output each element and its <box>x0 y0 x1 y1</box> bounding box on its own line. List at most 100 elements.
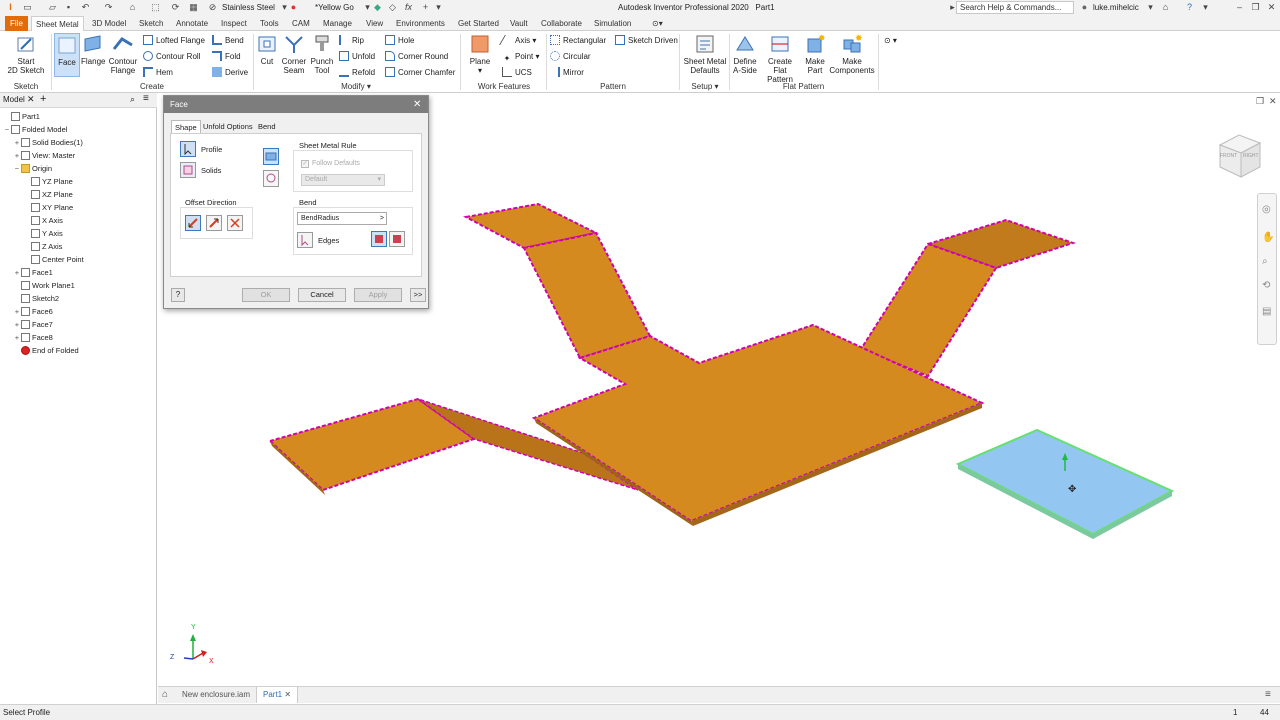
save-icon[interactable]: ▪ <box>63 1 74 13</box>
zoom-icon[interactable]: ⌕ <box>1262 256 1268 267</box>
make-part-button[interactable]: ✸ Make Part <box>803 33 827 77</box>
sketch-driven-pattern-button[interactable]: Sketch Driven <box>615 34 678 47</box>
point-button[interactable]: ✦ Point ▾ <box>502 50 540 63</box>
bend-extent-1-button[interactable] <box>371 231 387 247</box>
mirror-button[interactable]: Mirror <box>550 66 584 79</box>
undo-icon[interactable]: ↶ <box>80 1 91 13</box>
browser-node[interactable]: + Face7 <box>0 318 156 331</box>
axis-button[interactable]: Axis ▾ <box>499 34 536 47</box>
home-icon[interactable]: ⌂ <box>127 1 138 13</box>
browser-node[interactable]: + Solid Bodies(1) <box>0 136 156 149</box>
expand-toggle-icon[interactable]: + <box>13 149 21 162</box>
cart-icon[interactable]: ⌂ <box>1160 1 1171 13</box>
search-icon[interactable]: ⌕ <box>130 94 135 105</box>
home-icon[interactable]: ⌂ <box>162 689 168 700</box>
browser-node[interactable]: + View: Master <box>0 149 156 162</box>
ok-button[interactable]: OK <box>242 288 290 302</box>
expand-toggle-icon[interactable]: − <box>13 162 21 175</box>
clear-override-icon[interactable]: ◇ <box>387 1 398 13</box>
new-icon[interactable]: ▭ <box>22 1 33 13</box>
add-browser-icon[interactable]: + <box>40 93 46 105</box>
browser-node[interactable]: + Face6 <box>0 305 156 318</box>
tab-shape[interactable]: Shape <box>171 120 201 134</box>
chevron-down-icon[interactable]: ▾ <box>1200 1 1211 13</box>
addin-options-icon[interactable]: ⊙ ▾ <box>884 34 897 47</box>
tab-tools[interactable]: Tools <box>256 16 283 31</box>
browser-node[interactable]: End of Folded <box>0 344 156 357</box>
minimize-icon[interactable]: – <box>1234 1 1245 13</box>
close-icon[interactable]: ✕ <box>284 690 291 699</box>
material-combo[interactable]: Stainless Steel <box>222 1 280 14</box>
offset-direction-3-button[interactable] <box>227 215 243 231</box>
offset-direction-2-button[interactable] <box>206 215 222 231</box>
doc-tab-assembly[interactable]: New enclosure.iam <box>176 687 256 703</box>
maximize-view-icon[interactable]: ❐ <box>1256 96 1264 107</box>
expand-toggle-icon[interactable]: − <box>3 123 11 136</box>
expand-toggle-icon[interactable]: + <box>13 318 21 331</box>
measure-icon[interactable]: ▦ <box>188 1 199 13</box>
tab-3d-model[interactable]: 3D Model <box>88 16 130 31</box>
tab-get-started[interactable]: Get Started <box>454 16 503 31</box>
plane-button[interactable]: Plane ▾ <box>465 33 495 77</box>
close-view-icon[interactable]: ✕ <box>1269 96 1277 107</box>
browser-node[interactable]: Work Plane1 <box>0 279 156 292</box>
rectangular-pattern-button[interactable]: Rectangular <box>550 34 606 47</box>
color-override-icon[interactable]: ◆ <box>372 1 383 13</box>
browser-node[interactable]: YZ Plane <box>0 175 156 188</box>
lofted-flange-button[interactable]: Lofted Flange <box>143 34 205 47</box>
tab-unfold-options[interactable]: Unfold Options <box>200 120 256 133</box>
expand-toggle-icon[interactable]: + <box>13 266 21 279</box>
contour-roll-button[interactable]: Contour Roll <box>143 50 200 63</box>
bend-extent-2-button[interactable] <box>389 231 405 247</box>
appearance-combo[interactable]: *Yellow Go <box>315 1 365 14</box>
browser-node[interactable]: Center Point <box>0 253 156 266</box>
tab-cam[interactable]: CAM <box>288 16 314 31</box>
fx-icon[interactable]: fx <box>403 1 414 13</box>
expand-toggle-icon[interactable]: + <box>13 305 21 318</box>
pan-icon[interactable]: ✋ <box>1262 232 1274 243</box>
update-icon[interactable]: ⟳ <box>170 1 181 13</box>
select-icon[interactable]: ⬚ <box>150 1 161 13</box>
browser-node[interactable]: − Origin <box>0 162 156 175</box>
open-icon[interactable]: ▱ <box>47 1 58 13</box>
help-search-input[interactable]: Search Help & Commands... <box>956 1 1074 14</box>
circular-pattern-button[interactable]: Circular <box>550 50 591 63</box>
sheet-metal-rule-select[interactable]: Default ▾ <box>301 174 385 186</box>
expand-toggle-icon[interactable]: + <box>13 331 21 344</box>
follow-defaults-checkbox[interactable]: ✓ <box>301 160 309 168</box>
refold-button[interactable]: Refold <box>339 66 375 79</box>
flange-button[interactable]: Flange <box>81 33 105 77</box>
look-at-icon[interactable]: ▤ <box>1262 306 1271 317</box>
derive-button[interactable]: Derive <box>212 66 248 79</box>
browser-node[interactable]: Sketch2 <box>0 292 156 305</box>
tab-sketch[interactable]: Sketch <box>135 16 167 31</box>
ucs-button[interactable]: UCS <box>502 66 532 79</box>
match-shape-button[interactable] <box>263 170 279 187</box>
steering-wheel-icon[interactable]: ◎ <box>1262 204 1271 215</box>
redo-icon[interactable]: ↷ <box>103 1 114 13</box>
tab-environments[interactable]: Environments <box>392 16 449 31</box>
viewcube-front-label[interactable]: FRONT <box>1220 153 1237 159</box>
rip-button[interactable]: Rip <box>339 34 364 47</box>
close-icon[interactable]: ✕ <box>1266 1 1277 13</box>
profile-select-button[interactable] <box>180 141 196 157</box>
doc-tab-part1[interactable]: Part1 ✕ <box>256 687 299 703</box>
hole-button[interactable]: Hole <box>385 34 414 47</box>
orbit-icon[interactable]: ⟲ <box>1262 280 1270 291</box>
group-label-modify[interactable]: Modify ▾ <box>256 82 456 92</box>
chevron-down-icon[interactable]: ▾ <box>1145 1 1156 13</box>
solids-select-button[interactable] <box>180 162 196 178</box>
close-icon[interactable]: ✕ <box>413 96 421 113</box>
create-flat-pattern-button[interactable]: Create Flat Pattern <box>760 33 800 84</box>
bend-button[interactable]: Bend <box>212 34 244 47</box>
tab-manage[interactable]: Manage <box>319 16 356 31</box>
tab-list-icon[interactable]: ≡ <box>1265 689 1271 700</box>
browser-node[interactable]: Z Axis <box>0 240 156 253</box>
tab-bend[interactable]: Bend <box>255 120 279 133</box>
tab-simulation[interactable]: Simulation <box>590 16 635 31</box>
user-name[interactable]: luke.mihelcic <box>1093 1 1141 14</box>
group-label-setup[interactable]: Setup ▾ <box>683 82 727 92</box>
make-components-button[interactable]: ✸ Make Components <box>828 33 876 77</box>
browser-title[interactable]: Model <box>3 95 25 104</box>
define-a-side-button[interactable]: Define A-Side <box>731 33 759 77</box>
